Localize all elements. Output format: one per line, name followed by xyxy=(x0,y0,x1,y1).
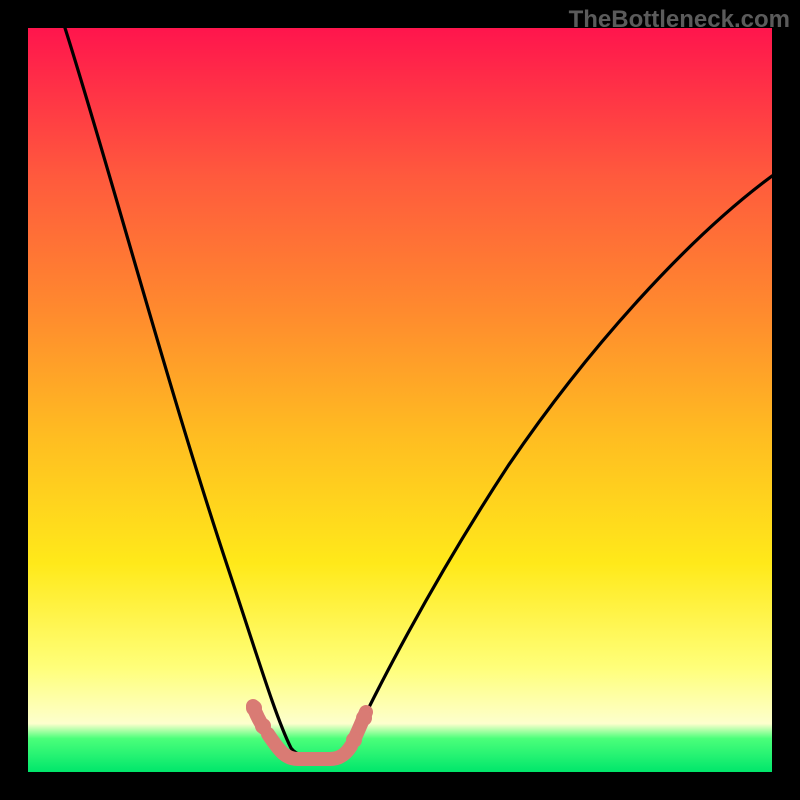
overlay-dot-right-2 xyxy=(356,710,372,726)
valley-overlay-stroke xyxy=(253,706,366,759)
plot-area xyxy=(28,28,772,772)
overlay-dot-left-1 xyxy=(246,700,262,716)
overlay-dot-left-2 xyxy=(255,718,271,734)
outer-frame: TheBottleneck.com xyxy=(0,0,800,800)
v-curve xyxy=(65,28,772,759)
watermark-text: TheBottleneck.com xyxy=(569,6,790,34)
curve-layer xyxy=(28,28,772,772)
overlay-dot-right-1 xyxy=(346,732,362,748)
